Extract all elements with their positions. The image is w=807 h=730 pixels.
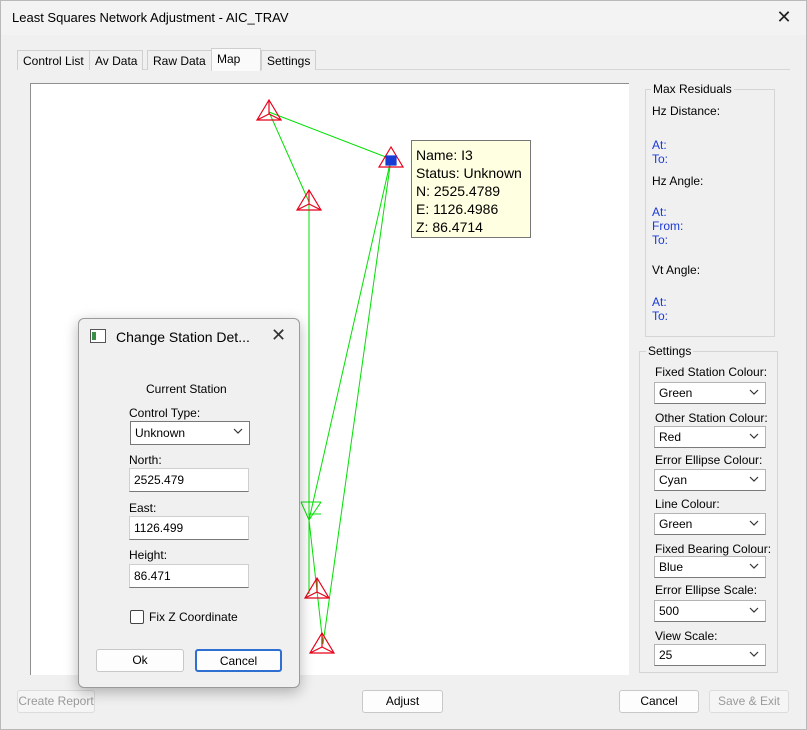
error-ellipse-colour-select[interactable]: Cyan: [654, 469, 766, 491]
tooltip-z: Z: 86.4714: [416, 219, 483, 235]
tooltip-north: N: 2525.4789: [416, 183, 501, 199]
hz-distance-at: At:: [652, 138, 667, 152]
tooltip-name: Name: I3: [416, 147, 473, 163]
close-icon[interactable]: ✕: [271, 325, 286, 346]
hz-angle-from: From:: [652, 219, 684, 233]
chevron-down-icon: [233, 428, 243, 434]
fixed-bearing-colour-select[interactable]: Blue: [654, 556, 766, 578]
save-exit-button[interactable]: Save & Exit: [709, 690, 789, 713]
ok-button[interactable]: Ok: [96, 649, 184, 672]
tab-av-data[interactable]: Av Data: [89, 50, 144, 70]
fixed-bearing-colour-label: Fixed Bearing Colour:: [655, 542, 772, 556]
other-station-colour-select[interactable]: Red: [654, 426, 766, 448]
north-label: North:: [129, 453, 162, 467]
station-tooltip: Name: I3 Status: Unknown N: 2525.4789 E:…: [411, 140, 531, 238]
traverse-line: [308, 519, 324, 645]
tooltip-east: E: 1126.4986: [416, 201, 499, 217]
control-type-label: Control Type:: [129, 406, 201, 420]
traverse-line: [322, 158, 392, 645]
hz-angle-at: At:: [652, 205, 667, 219]
control-type-value: Unknown: [135, 426, 186, 440]
vt-angle-at: At:: [652, 295, 667, 309]
line-colour-label: Line Colour:: [655, 497, 720, 511]
cancel-button[interactable]: Cancel: [619, 690, 699, 713]
view-scale-select[interactable]: 25: [654, 644, 766, 666]
close-icon[interactable]: ✕: [770, 5, 798, 29]
other-station-colour-value: Red: [659, 430, 682, 444]
station-marker[interactable]: [308, 631, 336, 654]
tooltip-status: Status: Unknown: [416, 165, 522, 181]
station-marker[interactable]: [255, 98, 283, 121]
adjust-button[interactable]: Adjust: [362, 690, 443, 713]
settings-title: Settings: [646, 344, 694, 358]
east-field[interactable]: 1126.499: [129, 516, 249, 540]
height-field[interactable]: 86.471: [129, 564, 249, 588]
station-marker-selected[interactable]: [377, 145, 405, 168]
window-icon: [90, 329, 106, 343]
chevron-down-icon: [749, 563, 759, 569]
create-report-button[interactable]: Create Report: [17, 690, 95, 713]
hz-distance-label: Hz Distance:: [652, 104, 721, 118]
error-ellipse-scale-value: 500: [659, 604, 680, 618]
tab-map[interactable]: Map: [211, 48, 261, 71]
tab-raw-data[interactable]: Raw Data: [147, 50, 212, 70]
hz-angle-to: To:: [652, 233, 669, 247]
error-ellipse-colour-label: Error Ellipse Colour:: [655, 453, 763, 467]
other-station-colour-label: Other Station Colour:: [655, 411, 768, 425]
chevron-down-icon: [749, 433, 759, 439]
chevron-down-icon: [749, 651, 759, 657]
fix-z-label[interactable]: Fix Z Coordinate: [149, 610, 238, 624]
tab-control-list[interactable]: Control List: [17, 50, 90, 70]
fix-z-checkbox[interactable]: [130, 610, 144, 624]
fixed-station-colour-label: Fixed Station Colour:: [655, 365, 768, 379]
max-residuals-title: Max Residuals: [651, 82, 734, 96]
tab-settings[interactable]: Settings: [261, 50, 317, 70]
current-station-label: Current Station: [146, 382, 227, 396]
hz-distance-to: To:: [652, 152, 669, 166]
error-ellipse-scale-select[interactable]: 500: [654, 600, 766, 622]
control-type-select[interactable]: Unknown: [130, 421, 250, 445]
height-label: Height:: [129, 548, 168, 562]
window-title: Least Squares Network Adjustment - AIC_T…: [12, 10, 289, 25]
vt-angle-to: To:: [652, 309, 669, 323]
chevron-down-icon: [749, 476, 759, 482]
line-colour-value: Green: [659, 517, 693, 531]
traverse-line: [300, 501, 310, 521]
hz-angle-label: Hz Angle:: [652, 174, 704, 188]
chevron-down-icon: [749, 520, 759, 526]
change-station-dialog: Change Station Det... ✕ Current Station …: [78, 318, 300, 688]
title-bar: Least Squares Network Adjustment - AIC_T…: [1, 1, 806, 35]
chevron-down-icon: [749, 607, 759, 613]
main-window: Least Squares Network Adjustment - AIC_T…: [0, 0, 807, 730]
dialog-cancel-button[interactable]: Cancel: [195, 649, 282, 672]
east-label: East:: [129, 501, 157, 515]
view-scale-value: 25: [659, 648, 673, 662]
line-colour-select[interactable]: Green: [654, 513, 766, 535]
fixed-bearing-colour-value: Blue: [659, 560, 684, 574]
error-ellipse-scale-label: Error Ellipse Scale:: [655, 583, 758, 597]
error-ellipse-colour-value: Cyan: [659, 473, 688, 487]
traverse-line: [308, 158, 392, 521]
fixed-station-colour-value: Green: [659, 386, 693, 400]
north-field[interactable]: 2525.479: [129, 468, 249, 492]
vt-angle-label: Vt Angle:: [652, 263, 701, 277]
view-scale-label: View Scale:: [655, 629, 718, 643]
fixed-station-colour-select[interactable]: Green: [654, 382, 766, 404]
chevron-down-icon: [749, 389, 759, 395]
dialog-title: Change Station Det...: [116, 329, 250, 345]
